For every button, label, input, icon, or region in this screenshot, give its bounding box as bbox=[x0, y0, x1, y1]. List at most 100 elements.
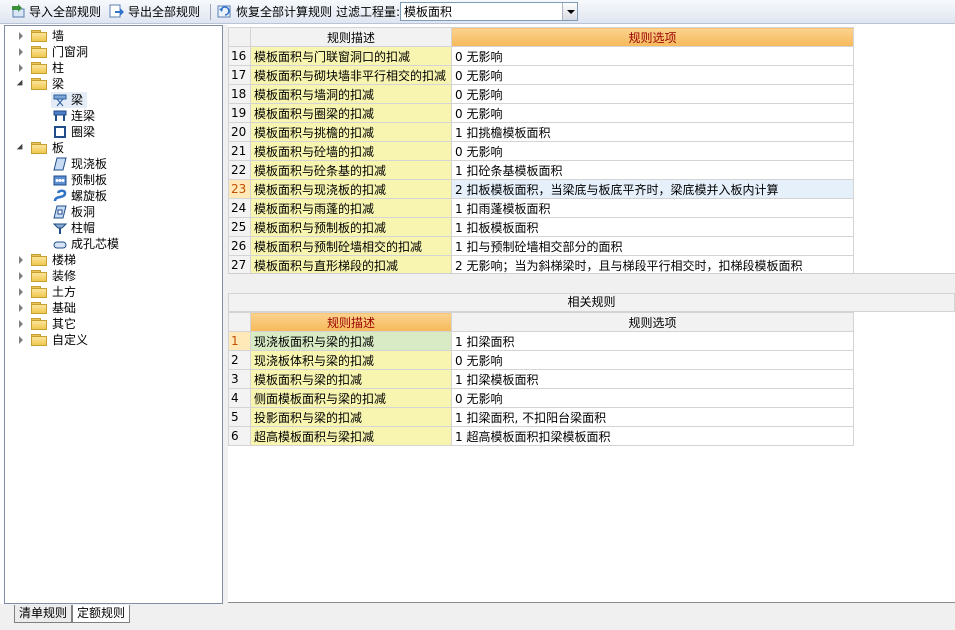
rule-option[interactable]: 1 扣梁模板面积 bbox=[451, 369, 854, 389]
header-rule-option[interactable]: 规则选项 bbox=[451, 27, 854, 47]
tree-item-precast-slab[interactable]: 预制板 bbox=[51, 172, 151, 188]
table-row[interactable]: 16 模板面积与门联窗洞口的扣减 0 无影响 bbox=[228, 46, 854, 66]
expand-icon[interactable] bbox=[17, 288, 26, 297]
rule-option[interactable]: 0 无影响 bbox=[451, 141, 854, 161]
row-number[interactable]: 18 bbox=[228, 84, 251, 104]
rule-option[interactable]: 0 无影响 bbox=[451, 84, 854, 104]
tree-item-slab-opening[interactable]: 板洞 bbox=[51, 204, 151, 220]
grid-splitter[interactable] bbox=[228, 273, 955, 293]
row-number[interactable]: 16 bbox=[228, 46, 251, 66]
row-number[interactable]: 1 bbox=[228, 331, 251, 351]
rule-option[interactable]: 0 无影响 bbox=[451, 46, 854, 66]
collapse-icon[interactable] bbox=[17, 144, 26, 153]
row-number[interactable]: 6 bbox=[228, 426, 251, 446]
restore-all-rules-button[interactable]: 恢复全部计算规则 bbox=[217, 3, 332, 21]
expand-icon[interactable] bbox=[17, 48, 26, 57]
rule-description[interactable]: 模板面积与预制砼墙相交的扣减 bbox=[250, 236, 452, 256]
rule-description[interactable]: 模板面积与雨蓬的扣减 bbox=[250, 198, 452, 218]
row-number[interactable]: 25 bbox=[228, 217, 251, 237]
rule-option[interactable]: 0 无影响 bbox=[451, 350, 854, 370]
tab-list-rules[interactable]: 清单规则 bbox=[14, 605, 73, 623]
row-number[interactable]: 27 bbox=[228, 255, 251, 273]
row-number[interactable]: 20 bbox=[228, 122, 251, 142]
rule-description[interactable]: 现浇板面积与梁的扣减 bbox=[250, 331, 452, 351]
table-row[interactable]: 23 模板面积与现浇板的扣减 2 扣板模板面积，当梁底与板底平齐时，梁底模并入板内计… bbox=[228, 179, 854, 199]
rule-option[interactable]: 2 无影响；当为斜梯梁时，且与梯段平行相交时，扣梯段模板面积 bbox=[451, 255, 854, 273]
rule-option[interactable]: 0 无影响 bbox=[451, 65, 854, 85]
rule-description[interactable]: 模板面积与墙洞的扣减 bbox=[250, 84, 452, 104]
import-all-rules-button[interactable]: 导入全部规则 bbox=[10, 3, 101, 21]
table-row[interactable]: 19 模板面积与圈梁的扣减 0 无影响 bbox=[228, 103, 854, 123]
rule-option[interactable]: 1 扣板模板面积 bbox=[451, 217, 854, 237]
export-all-rules-button[interactable]: 导出全部规则 bbox=[109, 3, 200, 21]
expand-icon[interactable] bbox=[17, 320, 26, 329]
header-rule-description[interactable]: 规则描述 bbox=[250, 312, 452, 332]
header-rule-option[interactable]: 规则选项 bbox=[451, 312, 854, 332]
expand-icon[interactable] bbox=[17, 32, 26, 41]
rule-description[interactable]: 侧面模板面积与梁的扣减 bbox=[250, 388, 452, 408]
chevron-down-icon[interactable] bbox=[562, 3, 577, 20]
tree-item-other[interactable]: 其它 bbox=[15, 316, 215, 332]
rule-option[interactable]: 1 扣梁面积, 不扣阳台梁面积 bbox=[451, 407, 854, 427]
expand-icon[interactable] bbox=[17, 64, 26, 73]
tree-item-stairs[interactable]: 楼梯 bbox=[15, 252, 215, 268]
rule-option[interactable]: 1 扣梁面积 bbox=[451, 331, 854, 351]
table-row[interactable]: 1 现浇板面积与梁的扣减 1 扣梁面积 bbox=[228, 331, 854, 351]
tree-item-beam-beam[interactable]: 梁 bbox=[51, 92, 87, 108]
row-number[interactable]: 23 bbox=[228, 179, 251, 199]
table-row[interactable]: 2 现浇板体积与梁的扣减 0 无影响 bbox=[228, 350, 854, 370]
row-number[interactable]: 21 bbox=[228, 141, 251, 161]
tab-quota-rules[interactable]: 定额规则 bbox=[72, 605, 131, 623]
tree-item-earthwork[interactable]: 土方 bbox=[15, 284, 215, 300]
table-row[interactable]: 26 模板面积与预制砼墙相交的扣减 1 扣与预制砼墙相交部分的面积 bbox=[228, 236, 854, 256]
header-rule-description[interactable]: 规则描述 bbox=[250, 27, 452, 47]
expand-icon[interactable] bbox=[17, 304, 26, 313]
tree-item-hollow-core-form[interactable]: 成孔芯模 bbox=[51, 236, 171, 252]
table-row[interactable]: 17 模板面积与砌块墙非平行相交的扣减 0 无影响 bbox=[228, 65, 854, 85]
rule-description[interactable]: 模板面积与砌块墙非平行相交的扣减 bbox=[250, 65, 452, 85]
tree-item-column[interactable]: 柱 bbox=[15, 60, 215, 76]
filter-quantity-select[interactable]: 模板面积 bbox=[400, 2, 578, 21]
table-row[interactable]: 27 模板面积与直形梯段的扣减 2 无影响；当为斜梯梁时，且与梯段平行相交时，扣梯段… bbox=[228, 255, 854, 273]
table-row[interactable]: 25 模板面积与预制板的扣减 1 扣板模板面积 bbox=[228, 217, 854, 237]
rule-option[interactable]: 1 扣与预制砼墙相交部分的面积 bbox=[451, 236, 854, 256]
row-number[interactable]: 3 bbox=[228, 369, 251, 389]
tree-item-column-cap[interactable]: 柱帽 bbox=[51, 220, 151, 236]
table-row[interactable]: 20 模板面积与挑檐的扣减 1 扣挑檐模板面积 bbox=[228, 122, 854, 142]
expand-icon[interactable] bbox=[17, 336, 26, 345]
rule-option[interactable]: 1 扣雨蓬模板面积 bbox=[451, 198, 854, 218]
row-number[interactable]: 2 bbox=[228, 350, 251, 370]
row-number[interactable]: 19 bbox=[228, 103, 251, 123]
rule-description[interactable]: 模板面积与挑檐的扣减 bbox=[250, 122, 452, 142]
tree-item-ring-beam[interactable]: 圈梁 bbox=[51, 124, 131, 140]
tree-item-custom[interactable]: 自定义 bbox=[15, 332, 215, 348]
rule-description[interactable]: 模板面积与门联窗洞口的扣减 bbox=[250, 46, 452, 66]
row-number[interactable]: 17 bbox=[228, 65, 251, 85]
row-number[interactable]: 22 bbox=[228, 160, 251, 180]
expand-icon[interactable] bbox=[17, 272, 26, 281]
tree-item-wall[interactable]: 墙 bbox=[15, 28, 215, 44]
rule-description[interactable]: 模板面积与预制板的扣减 bbox=[250, 217, 452, 237]
rule-description[interactable]: 模板面积与圈梁的扣减 bbox=[250, 103, 452, 123]
rule-option[interactable]: 2 扣板模板面积，当梁底与板底平齐时，梁底模并入板内计算 bbox=[451, 179, 854, 199]
rule-description[interactable]: 现浇板体积与梁的扣减 bbox=[250, 350, 452, 370]
rule-option[interactable]: 1 扣挑檐模板面积 bbox=[451, 122, 854, 142]
row-number[interactable]: 24 bbox=[228, 198, 251, 218]
table-row[interactable]: 6 超高模板面积与梁扣减 1 超高模板面积扣梁模板面积 bbox=[228, 426, 854, 446]
table-row[interactable]: 3 模板面积与梁的扣减 1 扣梁模板面积 bbox=[228, 369, 854, 389]
tree-item-coupling-beam[interactable]: 连梁 bbox=[51, 108, 131, 124]
table-row[interactable]: 24 模板面积与雨蓬的扣减 1 扣雨蓬模板面积 bbox=[228, 198, 854, 218]
table-row[interactable]: 21 模板面积与砼墙的扣减 0 无影响 bbox=[228, 141, 854, 161]
tree-item-door-window-opening[interactable]: 门窗洞 bbox=[15, 44, 215, 60]
row-number[interactable]: 5 bbox=[228, 407, 251, 427]
rule-description[interactable]: 模板面积与梁的扣减 bbox=[250, 369, 452, 389]
rule-description[interactable]: 模板面积与砼条基的扣减 bbox=[250, 160, 452, 180]
rule-description[interactable]: 超高模板面积与梁扣减 bbox=[250, 426, 452, 446]
tree-item-decoration[interactable]: 装修 bbox=[15, 268, 215, 284]
table-row[interactable]: 22 模板面积与砼条基的扣减 1 扣砼条基模板面积 bbox=[228, 160, 854, 180]
rule-description[interactable]: 模板面积与现浇板的扣减 bbox=[250, 179, 452, 199]
rule-option[interactable]: 1 扣砼条基模板面积 bbox=[451, 160, 854, 180]
expand-icon[interactable] bbox=[17, 256, 26, 265]
rule-description[interactable]: 模板面积与砼墙的扣减 bbox=[250, 141, 452, 161]
table-row[interactable]: 4 侧面模板面积与梁的扣减 0 无影响 bbox=[228, 388, 854, 408]
